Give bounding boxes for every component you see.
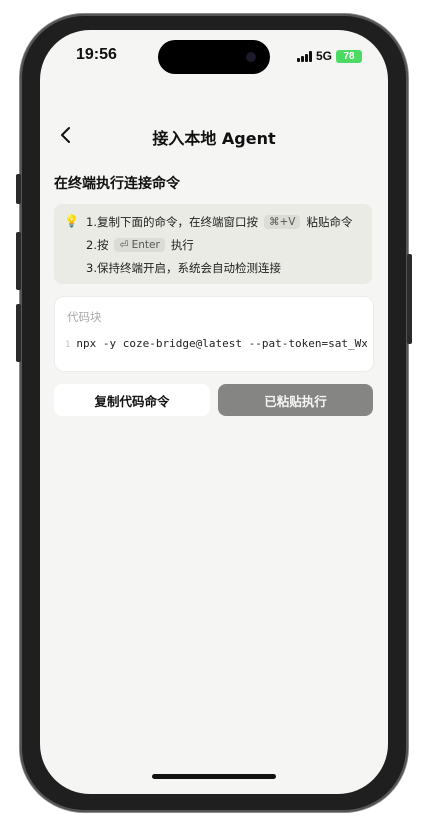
step-1-text: 1.复制下面的命令，在终端窗口按 [86,215,258,229]
signal-icon [296,50,312,62]
paste-shortcut-key: ⌘+V [263,215,301,229]
volume-down-button [16,304,21,362]
app-screen: 19:56 5G 78 接入本地 Agent 在终端执行连接命令 💡 1.复制下… [40,30,388,794]
lightbulb-icon: 💡 [64,214,79,228]
enter-key: ⏎ Enter [114,238,165,252]
step-2-text: 2.按 [86,238,109,252]
code-line[interactable]: 1 npx -y coze-bridge@latest --pat-token=s… [65,337,367,350]
page-title: 接入本地 Agent [152,129,276,148]
line-number: 1 [65,340,71,350]
action-button [16,174,21,204]
status-indicators: 5G 78 [296,49,362,63]
dynamic-island [158,40,270,74]
status-time: 19:56 [76,46,117,63]
copy-command-button[interactable]: 复制代码命令 [54,384,210,416]
section-title: 在终端执行连接命令 [54,176,180,192]
step-2-suffix: 执行 [170,238,194,252]
camera-icon [246,52,256,62]
instruction-step-2: 2.按 ⏎ Enter 执行 [86,237,194,253]
power-button [407,254,412,344]
code-block-label: 代码块 [67,310,102,324]
step-1-suffix: 粘贴命令 [306,215,353,229]
status-bar: 19:56 5G 78 [40,30,388,84]
navigation-bar: 接入本地 Agent [40,122,388,148]
step-3-text: 3.保持终端开启，系统会自动检测连接 [86,261,281,275]
instructions-panel: 💡 1.复制下面的命令，在终端窗口按 ⌘+V 粘贴命令 2.按 ⏎ Enter … [54,204,372,284]
instruction-step-1: 1.复制下面的命令，在终端窗口按 ⌘+V 粘贴命令 [86,214,352,230]
home-indicator[interactable] [152,774,276,779]
battery-icon: 78 [336,49,362,63]
instruction-step-3: 3.保持终端开启，系统会自动检测连接 [86,260,281,276]
volume-up-button [16,232,21,290]
pasted-execute-button[interactable]: 已粘贴执行 [218,384,373,416]
network-type: 5G [315,49,332,63]
command-text[interactable]: npx -y coze-bridge@latest --pat-token=sa… [76,337,367,350]
battery-level: 78 [343,50,355,62]
code-block[interactable]: 代码块 1 npx -y coze-bridge@latest --pat-tok… [54,296,374,372]
